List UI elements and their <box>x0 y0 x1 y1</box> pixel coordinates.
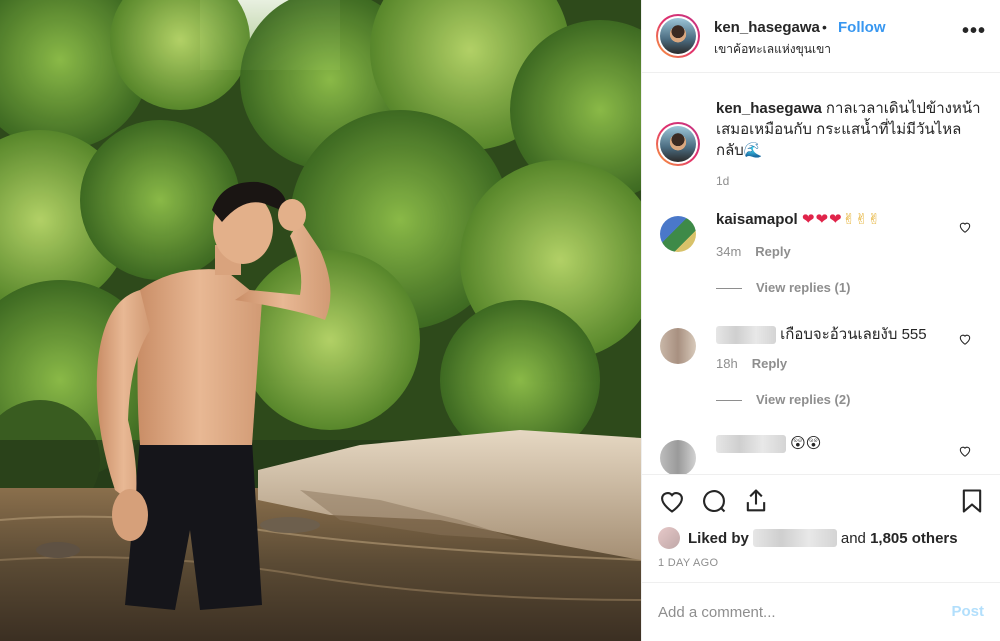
comment-like-heart-icon[interactable] <box>958 444 972 458</box>
view-replies-label: View replies (1) <box>756 280 851 295</box>
post-caption: ken_hasegawa กาลเวลาเดินไปข้างหน้าเสมอเหม… <box>716 98 986 161</box>
follow-button[interactable]: Follow <box>838 19 886 36</box>
caption-username[interactable]: ken_hasegawa <box>716 100 822 117</box>
view-replies-line <box>716 400 742 402</box>
liker-avatar <box>658 527 680 549</box>
comment-icon[interactable] <box>700 487 728 515</box>
action-bar: Liked by and 1,805 others 1 DAY AGO <box>642 474 1000 582</box>
comment-hearts: ❤❤❤ <box>801 211 843 228</box>
blurred-liker-name[interactable] <box>752 529 837 547</box>
more-horizontal-icon[interactable]: ••• <box>962 21 986 41</box>
comment-peace-signs: ✌✌✌ <box>842 211 881 228</box>
view-replies-line <box>716 288 742 290</box>
caption-timestamp[interactable]: 1d <box>716 174 729 188</box>
author-username[interactable]: ken_hasegawa <box>714 19 820 36</box>
comment-item: เกือบจะอ้วนเลยงับ 555 <box>716 322 927 346</box>
likes-summary[interactable]: Liked by and 1,805 others <box>658 527 958 549</box>
view-replies-button[interactable]: View replies (1) <box>716 280 850 295</box>
comment-item: 😲😲 <box>716 434 822 454</box>
comment-like-heart-icon[interactable] <box>958 220 972 234</box>
post-location[interactable]: เขาค้อทะเลแห่งขุนเขา <box>714 40 831 59</box>
add-comment-bar: Post <box>642 582 1000 641</box>
view-replies-button[interactable]: View replies (2) <box>716 392 850 407</box>
comment-meta: 34m Reply <box>716 244 791 259</box>
comment-time[interactable]: 18h <box>716 356 738 371</box>
reply-button[interactable]: Reply <box>755 244 790 259</box>
caption-avatar[interactable] <box>656 122 700 166</box>
author-avatar[interactable] <box>656 14 700 58</box>
comment-item: kaisamapol ❤❤❤✌✌✌ <box>716 210 880 228</box>
comment-text: เกือบจะอ้วนเลยงับ 555 <box>780 326 927 343</box>
comment-avatar[interactable] <box>660 440 696 474</box>
blurred-username[interactable] <box>716 435 786 454</box>
comments-list[interactable]: ken_hasegawa กาลเวลาเดินไปข้างหน้าเสมอเหม… <box>642 74 1000 474</box>
comment-time[interactable]: 34m <box>716 244 741 259</box>
heart-icon[interactable] <box>658 487 686 515</box>
likes-prefix: Liked by <box>688 529 749 547</box>
comment-meta: 18h Reply <box>716 356 787 371</box>
comment-text: 😲😲 <box>790 435 822 452</box>
post-header: ken_hasegawa • Follow เขาค้อทะเลแห่งขุนเ… <box>642 0 1000 73</box>
photo-scene <box>0 0 641 641</box>
bookmark-icon[interactable] <box>958 487 986 515</box>
blurred-username[interactable] <box>716 326 776 345</box>
reply-button[interactable]: Reply <box>752 356 787 371</box>
post-comment-button[interactable]: Post <box>951 603 984 620</box>
likes-and: and <box>840 529 866 547</box>
post-photo[interactable] <box>0 0 641 641</box>
post-side-panel: ken_hasegawa • Follow เขาค้อทะเลแห่งขุนเ… <box>641 0 1000 641</box>
comment-username[interactable]: kaisamapol <box>716 211 798 228</box>
separator-dot: • <box>822 19 827 35</box>
post-timestamp[interactable]: 1 DAY AGO <box>658 557 718 569</box>
comment-input[interactable] <box>658 601 928 623</box>
view-replies-label: View replies (2) <box>756 392 851 407</box>
comment-avatar[interactable] <box>660 216 696 252</box>
share-icon[interactable] <box>742 487 770 515</box>
likes-others[interactable]: 1,805 others <box>870 530 958 547</box>
comment-avatar[interactable] <box>660 328 696 364</box>
comment-like-heart-icon[interactable] <box>958 332 972 346</box>
